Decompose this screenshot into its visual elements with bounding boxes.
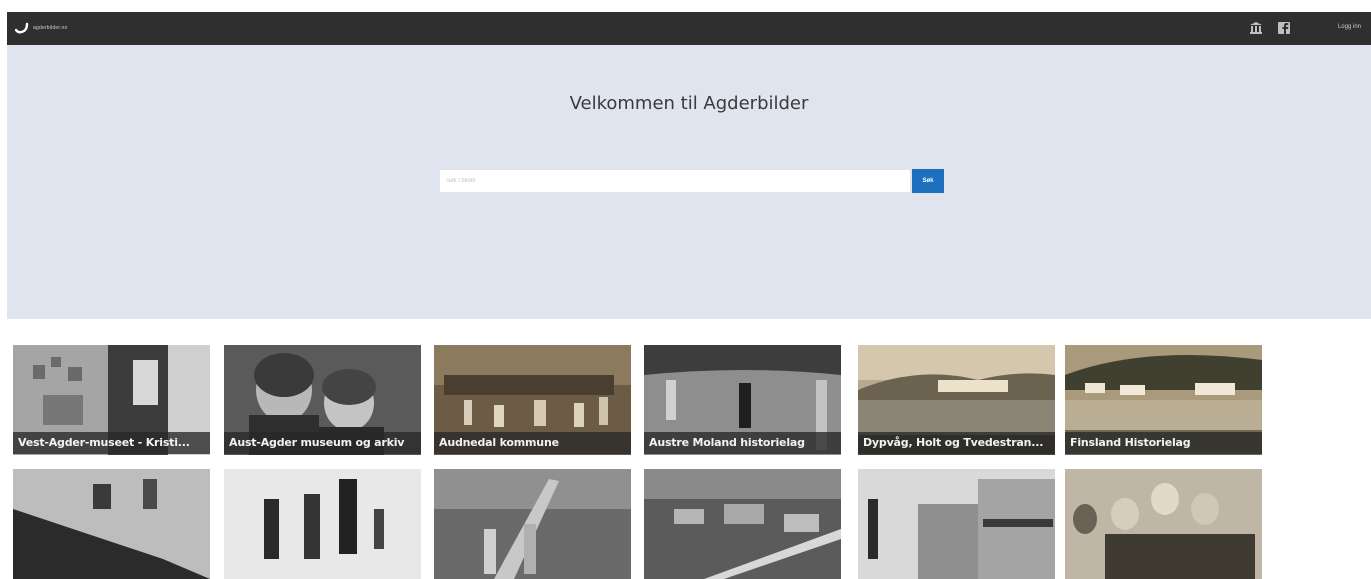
collection-photo	[434, 469, 631, 579]
hero-banner: Velkommen til Agderbilder Søk	[7, 45, 1371, 319]
collection-label: Dypvåg, Holt og Tvedestran...	[858, 432, 1055, 454]
collection-tile[interactable]: Dypvåg, Holt og Tvedestran...	[858, 345, 1055, 455]
site-logo[interactable]: agderbilder.no	[15, 22, 68, 34]
collection-label: Vest-Agder-museet - Kristi...	[13, 432, 210, 454]
facebook-icon[interactable]	[1277, 21, 1291, 35]
collection-tile[interactable]: Austre Moland historielag	[644, 345, 841, 455]
museum-icon[interactable]	[1249, 21, 1263, 35]
collection-photo	[1065, 469, 1262, 579]
collection-label: Finsland Historielag	[1065, 432, 1262, 454]
collection-tile[interactable]: Vest-Agder-museet - Kristi...	[13, 345, 210, 455]
collection-photo	[644, 469, 841, 579]
logo-icon	[15, 22, 29, 34]
search-bar: Søk	[439, 169, 945, 193]
collection-tile[interactable]: Audnedal kommune	[434, 345, 631, 455]
collection-tile[interactable]	[224, 469, 421, 579]
collection-photo	[858, 469, 1055, 579]
collection-tile[interactable]: Aust-Agder museum og arkiv	[224, 345, 421, 455]
collection-tile[interactable]	[858, 469, 1055, 579]
collection-tile[interactable]	[434, 469, 631, 579]
logo-text: agderbilder.no	[33, 25, 68, 31]
collection-label: Audnedal kommune	[434, 432, 631, 454]
login-link[interactable]: Logg inn	[1338, 24, 1361, 30]
collection-photo	[13, 469, 210, 579]
top-navbar: agderbilder.no Logg inn	[7, 12, 1371, 45]
collection-tile[interactable]	[644, 469, 841, 579]
search-input[interactable]	[439, 169, 911, 193]
search-button[interactable]: Søk	[912, 169, 944, 193]
collection-tile[interactable]	[13, 469, 210, 579]
collection-label: Austre Moland historielag	[644, 432, 841, 454]
collection-photo	[224, 469, 421, 579]
collection-tile[interactable]	[1065, 469, 1262, 579]
page-title: Velkommen til Agderbilder	[569, 93, 809, 114]
collection-tile[interactable]: Finsland Historielag	[1065, 345, 1262, 455]
collection-label: Aust-Agder museum og arkiv	[224, 432, 421, 454]
